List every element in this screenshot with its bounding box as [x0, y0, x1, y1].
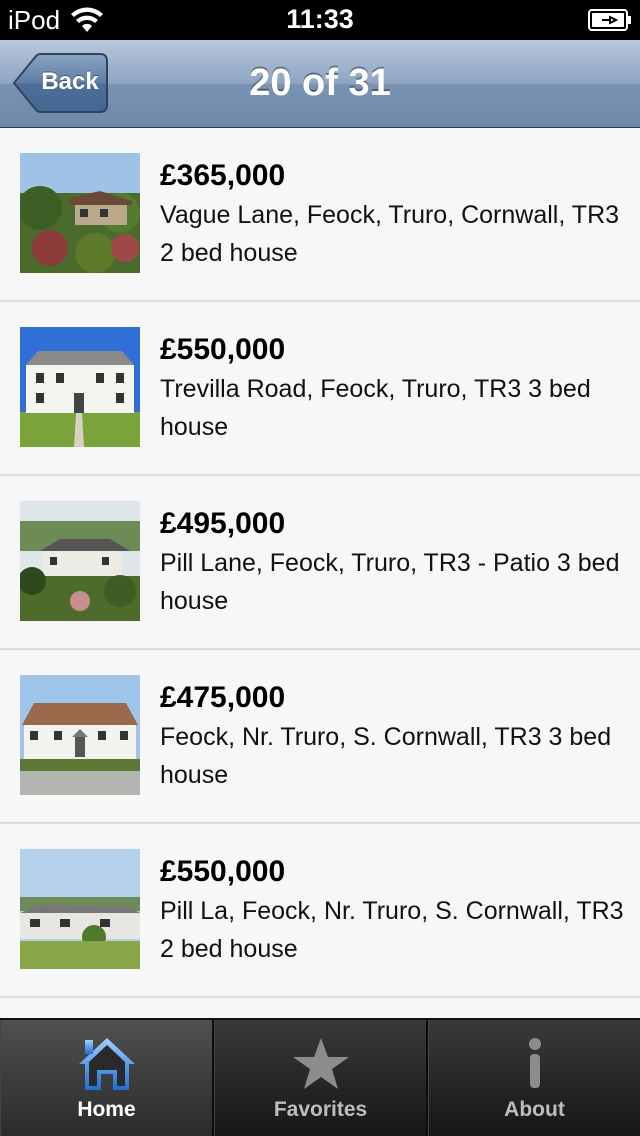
- back-button[interactable]: Back: [12, 53, 108, 113]
- listing-address: Vague Lane, Feock, Truro, Cornwall, TR3 …: [160, 201, 620, 267]
- status-time: 11:33: [286, 4, 354, 34]
- tab-favorites[interactable]: Favorites: [214, 1020, 428, 1136]
- home-icon: [78, 1038, 135, 1090]
- star-icon: [292, 1038, 349, 1089]
- listing-address: Feock, Nr. Truro, S. Cornwall, TR3 3 bed…: [160, 723, 612, 789]
- listing-price: £550,000: [160, 855, 286, 888]
- listing-price: £550,000: [160, 333, 286, 366]
- tab-home-label: Home: [77, 1098, 136, 1121]
- listing-item[interactable]: £550,000 Trevilla Road, Feock, Truro, TR…: [0, 302, 640, 476]
- listing-text: £550,000 Pill La, Feock, Nr. Truro, S. C…: [160, 854, 630, 968]
- property-photo: [20, 501, 140, 621]
- tab-about[interactable]: About: [428, 1020, 640, 1136]
- listing-text: £550,000 Trevilla Road, Feock, Truro, TR…: [160, 332, 630, 446]
- listing-item[interactable]: £550,000 Pill La, Feock, Nr. Truro, S. C…: [0, 824, 640, 998]
- listing-address: Pill Lane, Feock, Truro, TR3 - Patio 3 b…: [160, 549, 620, 615]
- battery-icon: [588, 9, 631, 31]
- listing-address: Pill La, Feock, Nr. Truro, S. Cornwall, …: [160, 897, 624, 963]
- listing-list[interactable]: £365,000 Vague Lane, Feock, Truro, Cornw…: [0, 128, 640, 1018]
- property-photo: [20, 849, 140, 969]
- property-photo: [20, 327, 140, 447]
- property-photo: [20, 675, 140, 795]
- listing-price: £475,000: [160, 681, 286, 714]
- info-icon: [528, 1038, 541, 1088]
- listing-price: £495,000: [160, 507, 286, 540]
- listing-text: £495,000 Pill Lane, Feock, Truro, TR3 - …: [160, 506, 630, 620]
- listing-item[interactable]: £365,000 Vague Lane, Feock, Truro, Cornw…: [0, 128, 640, 302]
- listing-item[interactable]: £475,000 Feock, Nr. Truro, S. Cornwall, …: [0, 650, 640, 824]
- back-button-label: Back: [41, 68, 99, 95]
- listing-price: £365,000: [160, 159, 286, 192]
- listing-item[interactable]: £495,000 Pill Lane, Feock, Truro, TR3 - …: [0, 476, 640, 650]
- status-bar: iPod 11:33: [0, 0, 640, 40]
- navigation-bar: 20 of 31 Back: [0, 40, 640, 128]
- listing-text: £475,000 Feock, Nr. Truro, S. Cornwall, …: [160, 680, 630, 794]
- listing-text: £365,000 Vague Lane, Feock, Truro, Cornw…: [160, 158, 630, 272]
- tab-bar: Home Favorites About: [0, 1018, 640, 1136]
- listing-address: Trevilla Road, Feock, Truro, TR3 3 bed h…: [160, 375, 591, 441]
- tab-about-label: About: [504, 1098, 565, 1121]
- property-photo: [20, 153, 140, 273]
- tab-favorites-label: Favorites: [273, 1098, 368, 1121]
- tab-home[interactable]: Home: [0, 1020, 214, 1136]
